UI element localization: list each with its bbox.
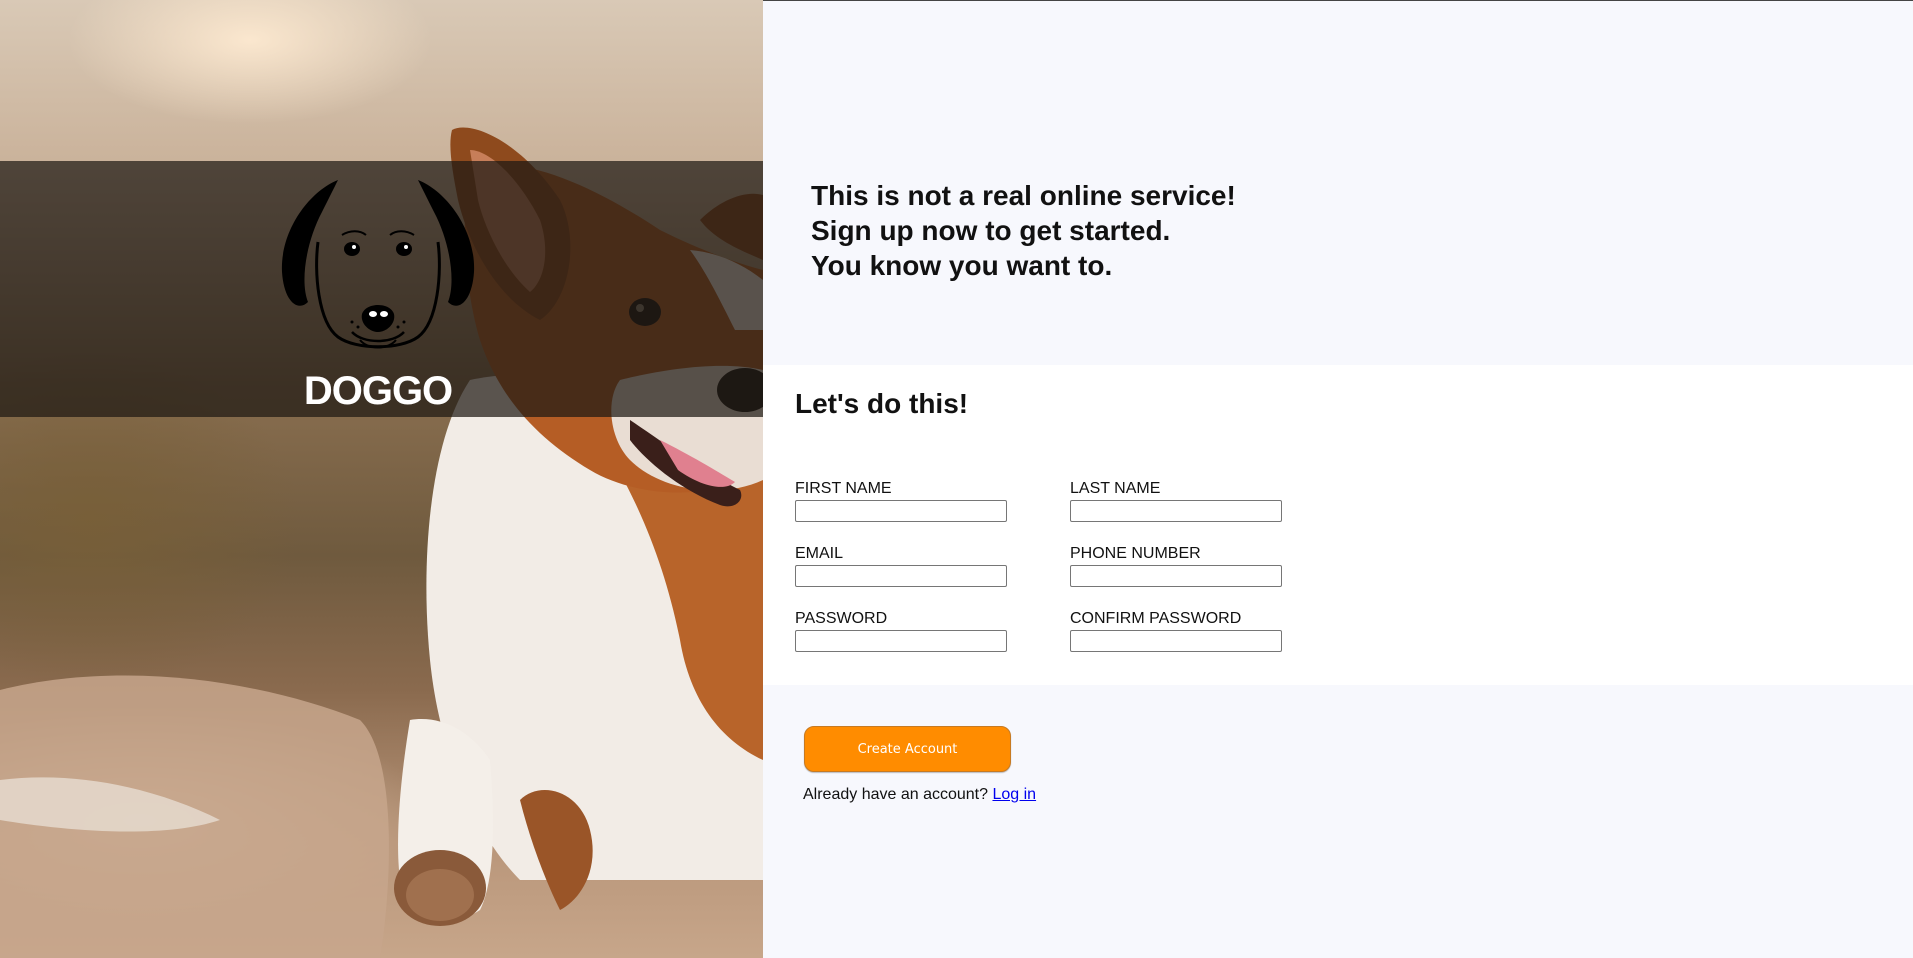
email-field: EMAIL	[795, 544, 1007, 587]
first-name-field: FIRST NAME	[795, 479, 1007, 522]
first-name-label: FIRST NAME	[795, 480, 892, 497]
confirm-password-field: CONFIRM PASSWORD	[1070, 609, 1282, 652]
login-prompt: Already have an account? Log in	[803, 786, 1036, 804]
last-name-label: LAST NAME	[1070, 480, 1161, 497]
last-name-field: LAST NAME	[1070, 479, 1282, 522]
email-input[interactable]	[795, 565, 1007, 587]
logo-text: DOGGO	[304, 369, 452, 412]
dog-head-icon: DOGGO	[281, 180, 475, 413]
form-title: Let's do this!	[795, 388, 969, 419]
confirm-password-input[interactable]	[1070, 630, 1282, 652]
doggo-logo: DOGGO	[278, 172, 478, 413]
headline: This is not a real online service! Sign …	[811, 178, 1236, 283]
password-label: PASSWORD	[795, 610, 888, 627]
password-input[interactable]	[795, 630, 1007, 652]
headline-line-1: This is not a real online service!	[811, 180, 1236, 211]
last-name-input[interactable]	[1070, 500, 1282, 522]
phone-field: PHONE NUMBER	[1070, 544, 1282, 587]
headline-line-3: You know you want to.	[811, 250, 1113, 281]
login-link[interactable]: Log in	[992, 786, 1036, 803]
email-label: EMAIL	[795, 545, 844, 562]
create-account-button[interactable]: Create Account	[804, 726, 1011, 772]
phone-input[interactable]	[1070, 565, 1282, 587]
first-name-input[interactable]	[795, 500, 1007, 522]
phone-label: PHONE NUMBER	[1070, 545, 1201, 562]
password-field: PASSWORD	[795, 609, 1007, 652]
corgi-photo	[0, 127, 763, 958]
login-prompt-text: Already have an account?	[803, 786, 989, 803]
headline-line-2: Sign up now to get started.	[811, 215, 1171, 246]
confirm-password-label: CONFIRM PASSWORD	[1070, 610, 1242, 627]
hero-photo: DOGGO	[0, 0, 763, 958]
